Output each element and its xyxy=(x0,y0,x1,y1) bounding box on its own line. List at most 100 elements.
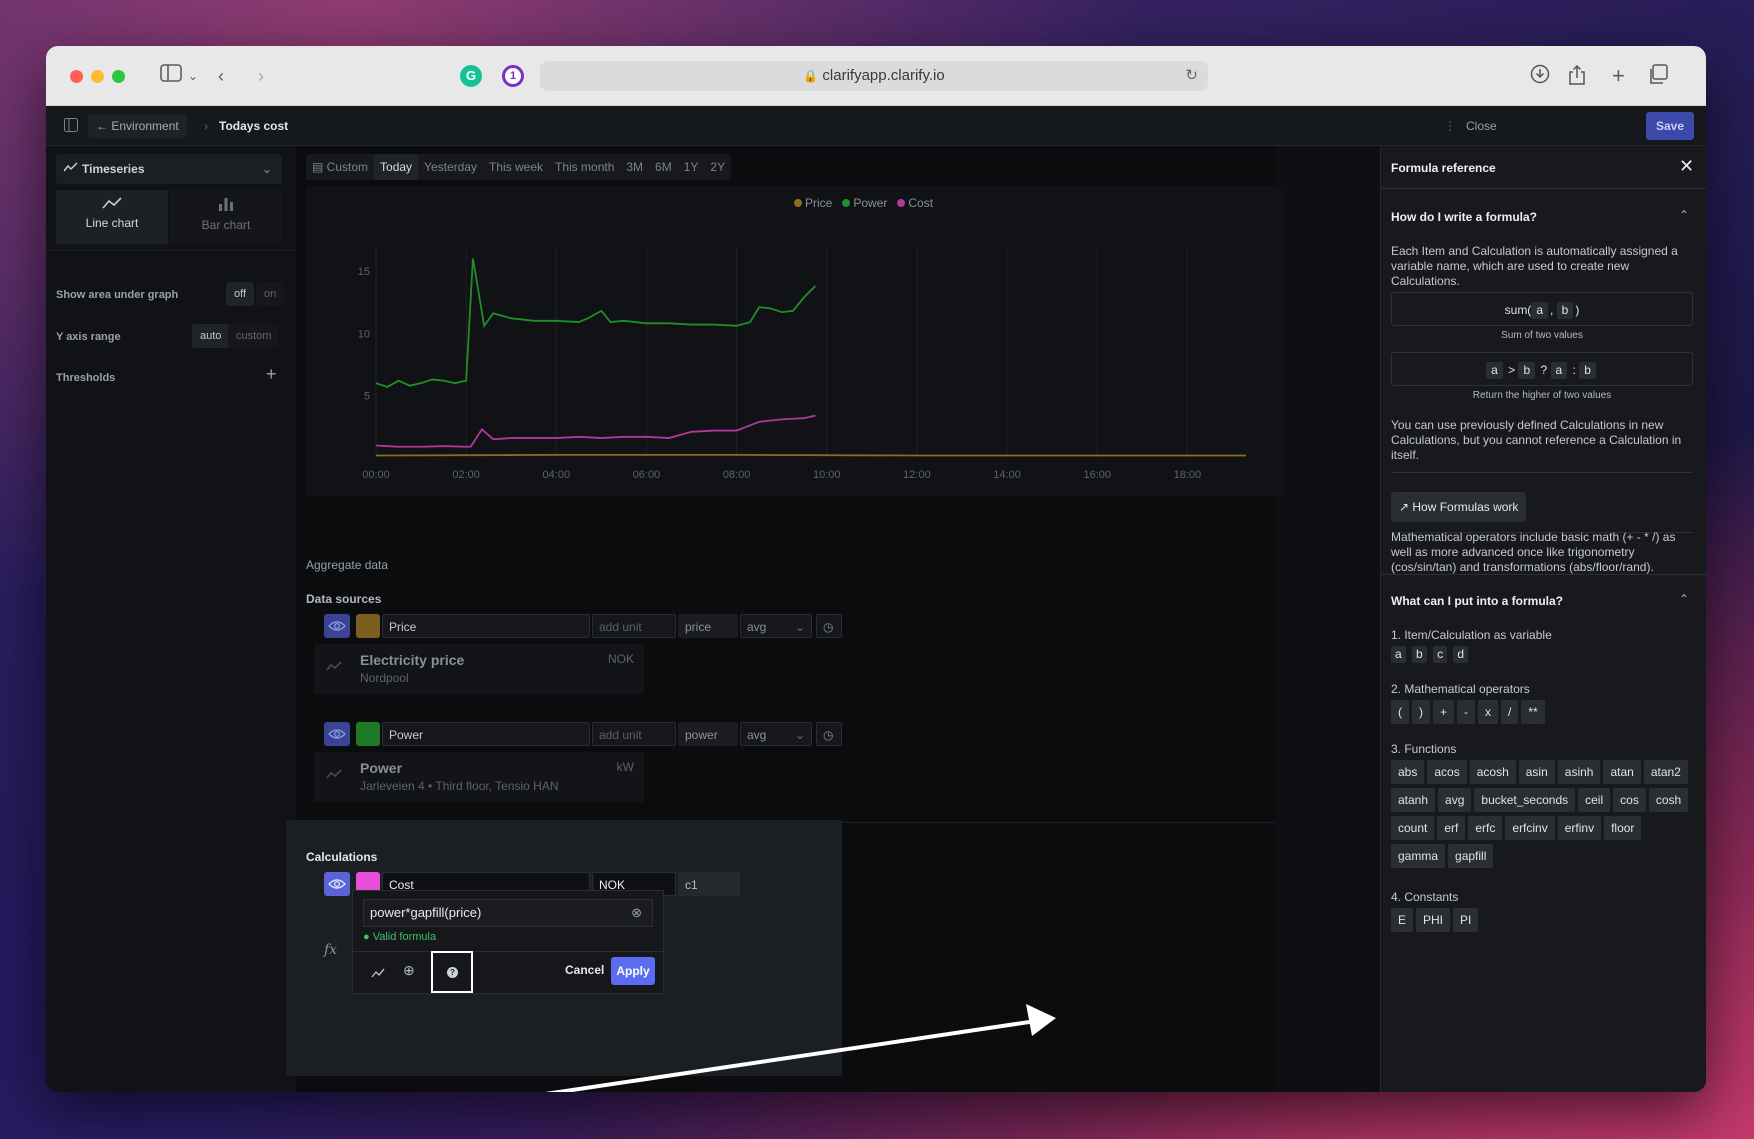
function-chip[interactable]: gamma xyxy=(1391,844,1446,868)
range-tab-3m[interactable]: 3M xyxy=(620,154,649,180)
unit-input[interactable]: add unit xyxy=(592,614,676,638)
minimize-window-button[interactable] xyxy=(91,70,104,83)
reload-icon[interactable]: ↻ xyxy=(1185,61,1198,91)
function-chip[interactable]: acos xyxy=(1427,760,1467,784)
chevron-up-icon[interactable]: ⌃ xyxy=(1679,208,1689,222)
faq-heading-write[interactable]: How do I write a formula? xyxy=(1391,210,1537,224)
add-threshold-icon[interactable]: + xyxy=(266,364,277,385)
variable-chip[interactable]: d xyxy=(1453,646,1469,663)
constant-chip[interactable]: PHI xyxy=(1416,908,1451,932)
time-offset-button[interactable]: ◷ xyxy=(816,614,842,638)
series-name-input[interactable]: Power xyxy=(382,722,590,746)
show-area-on-toggle[interactable]: on xyxy=(256,282,285,306)
range-tab-1y[interactable]: 1Y xyxy=(678,154,705,180)
unit-input[interactable]: add unit xyxy=(592,722,676,746)
address-bar[interactable]: 🔒 clarifyapp.clarify.io ↻ xyxy=(540,61,1208,91)
function-chip[interactable]: asinh xyxy=(1557,760,1601,784)
function-chip[interactable]: erfcinv xyxy=(1505,816,1555,840)
chevron-up-icon[interactable]: ⌃ xyxy=(1679,592,1689,606)
function-chip[interactable]: bucket_seconds xyxy=(1474,788,1576,812)
function-chip[interactable]: cos xyxy=(1613,788,1646,812)
variable-chip[interactable]: a xyxy=(1391,646,1406,663)
function-chip[interactable]: ceil xyxy=(1578,788,1611,812)
function-chip[interactable]: acosh xyxy=(1469,760,1516,784)
insert-timeseries-icon[interactable] xyxy=(371,967,385,981)
calendar-icon: ▤ xyxy=(312,160,327,174)
save-button[interactable]: Save xyxy=(1646,112,1694,140)
visibility-toggle[interactable] xyxy=(324,614,350,638)
function-chip[interactable]: abs xyxy=(1391,760,1425,784)
function-chip[interactable]: cosh xyxy=(1648,788,1689,812)
legend-item-power[interactable]: Power xyxy=(842,196,887,210)
variable-chip[interactable]: b xyxy=(1412,646,1427,663)
faq-heading-contents[interactable]: What can I put into a formula? xyxy=(1391,594,1563,608)
range-tab-6m[interactable]: 6M xyxy=(649,154,678,180)
range-tab-yesterday[interactable]: Yesterday xyxy=(418,154,483,180)
panel-toggle-icon[interactable] xyxy=(64,118,78,135)
sidebar-toggle-icon[interactable] xyxy=(160,64,182,88)
function-chip[interactable]: gapfill xyxy=(1448,844,1494,868)
range-tab-custom[interactable]: ▤ Custom xyxy=(306,154,374,180)
time-offset-button[interactable]: ◷ xyxy=(816,722,842,746)
variable-chip[interactable]: c xyxy=(1433,646,1448,663)
function-chip[interactable]: erfinv xyxy=(1557,816,1602,840)
close-window-button[interactable] xyxy=(70,70,83,83)
bar-chart-option[interactable]: Bar chart xyxy=(170,190,282,244)
password-extension-icon[interactable]: 1 xyxy=(502,65,524,87)
operator-chip[interactable]: - xyxy=(1457,700,1476,724)
more-options-icon[interactable]: ⋮ xyxy=(1444,114,1456,138)
visibility-toggle[interactable] xyxy=(324,722,350,746)
legend-item-price[interactable]: Price xyxy=(794,196,832,210)
aggregation-select[interactable]: avg ⌄ xyxy=(740,614,812,638)
aggregation-select[interactable]: avg ⌄ xyxy=(740,722,812,746)
operator-chip[interactable]: ** xyxy=(1521,700,1545,724)
download-icon[interactable] xyxy=(1530,64,1550,90)
view-type-select[interactable]: Timeseries ⌄ xyxy=(56,154,282,184)
operator-chip[interactable]: x xyxy=(1478,700,1499,724)
operator-chip[interactable]: ) xyxy=(1412,700,1430,724)
visibility-toggle[interactable] xyxy=(324,872,350,896)
line-chart-option[interactable]: Line chart xyxy=(56,190,168,244)
function-chip[interactable]: atan xyxy=(1603,760,1641,784)
how-formulas-work-link[interactable]: ↗ How Formulas work xyxy=(1391,492,1527,522)
series-color-swatch[interactable] xyxy=(356,722,380,746)
back-icon[interactable]: ‹ xyxy=(218,64,224,88)
operator-chip[interactable]: / xyxy=(1501,700,1519,724)
operator-chip[interactable]: ( xyxy=(1391,700,1409,724)
range-tab-2y[interactable]: 2Y xyxy=(704,154,731,180)
grammarly-extension-icon[interactable]: G xyxy=(460,65,482,87)
close-button[interactable]: Close xyxy=(1466,114,1497,138)
show-area-off-toggle[interactable]: off xyxy=(226,282,255,306)
function-chip[interactable]: floor xyxy=(1604,816,1642,840)
tabs-overview-icon[interactable] xyxy=(1648,64,1668,90)
breadcrumb-back-button[interactable]: ← Environment xyxy=(88,114,187,138)
function-chip[interactable]: atanh xyxy=(1391,788,1436,812)
y-axis-custom-toggle[interactable]: custom xyxy=(228,324,280,348)
insert-variable-icon[interactable]: ⊕ xyxy=(403,962,415,979)
series-name-input[interactable]: Price xyxy=(382,614,590,638)
y-axis-auto-toggle[interactable]: auto xyxy=(192,324,230,348)
formula-reference-panel: Formula reference ✕ How do I write a for… xyxy=(1380,146,1706,1092)
series-color-swatch[interactable] xyxy=(356,614,380,638)
new-tab-icon[interactable]: + xyxy=(1612,64,1625,88)
function-chip[interactable]: atan2 xyxy=(1643,760,1688,784)
function-chip[interactable]: erfc xyxy=(1468,816,1503,840)
share-icon[interactable] xyxy=(1568,64,1586,92)
close-icon[interactable]: ✕ xyxy=(1679,156,1694,177)
legend-item-cost[interactable]: Cost xyxy=(897,196,933,210)
formula-help-button[interactable]: ? xyxy=(431,951,473,993)
range-tab-this-week[interactable]: This week xyxy=(483,154,549,180)
chevron-down-icon[interactable]: ⌄ xyxy=(188,64,198,88)
function-chip[interactable]: count xyxy=(1391,816,1435,840)
constant-chip[interactable]: E xyxy=(1391,908,1414,932)
constant-chip[interactable]: PI xyxy=(1453,908,1479,932)
maximize-window-button[interactable] xyxy=(112,70,125,83)
function-chip[interactable]: erf xyxy=(1437,816,1466,840)
function-chip[interactable]: avg xyxy=(1438,788,1472,812)
range-tab-today[interactable]: Today xyxy=(374,154,419,180)
forward-icon[interactable]: › xyxy=(258,64,264,88)
range-tab-this-month[interactable]: This month xyxy=(549,154,620,180)
operator-chip[interactable]: + xyxy=(1433,700,1455,724)
eye-icon xyxy=(328,729,346,739)
function-chip[interactable]: asin xyxy=(1518,760,1555,784)
